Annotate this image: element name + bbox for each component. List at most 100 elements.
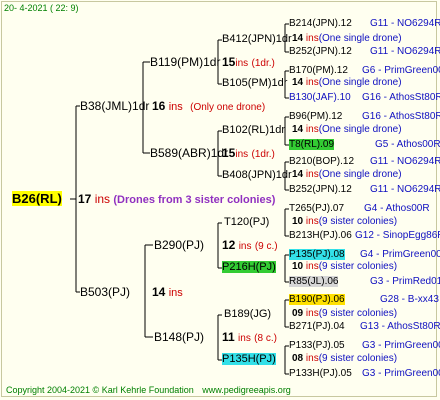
gen4-6-info: G5 - Athos00R	[375, 139, 440, 150]
gen4-queen-12-name: R85(JL).06	[289, 276, 339, 287]
gen4-queen-6[interactable]: T8(RL).09	[289, 139, 335, 150]
gen4-queen-7[interactable]: B210(BOP).12	[289, 157, 354, 167]
gen4-12-info: G3 - PrimRed01	[370, 276, 440, 287]
gen3-5-insemination: 10 ins(9 sister colonies)	[292, 217, 397, 227]
gen4-queen-8[interactable]: B252(JPN).12	[289, 185, 352, 195]
copyright-text: Copyright 2004-2021 © Karl Kehrle Founda…	[6, 385, 194, 395]
gen4-16-info: G3 - PrimGreen00	[362, 368, 440, 379]
gen2-queen-1[interactable]: B119(PM)1dr	[150, 56, 220, 68]
gen3-6-note: (9 sister colonies)	[318, 261, 398, 272]
gen1-lower-insemination: 14 ins	[152, 286, 183, 299]
gen4-queen-16[interactable]: P133H(PJ).05	[289, 369, 352, 379]
root-name: B26(RL)	[12, 191, 62, 206]
gen2-1-count: 15	[222, 55, 236, 69]
root-note: (Drones from 3 sister colonies)	[113, 194, 276, 206]
gen2-queen-2[interactable]: B589(ABR)1dr	[150, 147, 228, 159]
gen4-queen-15[interactable]: P133(PJ).05	[289, 341, 345, 351]
gen3-queen-7[interactable]: B189(JG)	[224, 309, 271, 320]
gen4-15-info: G3 - PrimGreen00	[362, 340, 440, 351]
gen3-7-count: 09	[292, 308, 304, 319]
gen4-queen-4[interactable]: B130(JAF).10	[289, 93, 351, 103]
gen3-5-ins: ins	[305, 216, 319, 227]
gen3-6-insemination: 10 ins(9 sister colonies)	[292, 262, 397, 272]
gen4-4-info: G16 - AthosSt80R	[362, 92, 440, 103]
gen4-14-info: G13 - AthosSt80R	[360, 321, 440, 332]
gen3-queen-4[interactable]: B408(JPN)1dr	[222, 170, 292, 181]
gen3-queen-6-name: P216H(PJ)	[222, 261, 276, 273]
gen4-11-info: G4 - PrimGreen00	[360, 249, 440, 260]
gen3-3-insemination: 14 ins(One single drone)	[292, 125, 402, 135]
gen3-5-count: 10	[292, 216, 304, 227]
gen3-6-ins: ins	[305, 261, 319, 272]
gen3-queen-6[interactable]: P216H(PJ)	[222, 261, 276, 273]
gen3-2-ins: ins	[305, 77, 319, 88]
gen3-3-note: (One single drone)	[318, 124, 402, 135]
gen2-3-note: (9 c.)	[254, 241, 278, 252]
gen3-4-note: (One single drone)	[318, 169, 402, 180]
gen2-queen-3[interactable]: B290(PJ)	[154, 239, 204, 251]
footer-copyright: Copyright 2004-2021 © Karl Kehrle Founda…	[6, 386, 291, 395]
gen3-1-note: (One single drone)	[318, 33, 402, 44]
gen4-queen-12[interactable]: R85(JL).06	[289, 276, 339, 287]
gen1-upper-insemination: 16 ins (Only one drone)	[152, 100, 265, 113]
gen4-queen-11-name: P135(PJ).08	[289, 249, 345, 260]
gen1-lower-ins: ins	[168, 287, 183, 299]
gen2-2-note: (1dr.)	[251, 149, 275, 160]
gen4-8-info: G11 - NO6294R	[370, 184, 440, 195]
root-ins: ins	[94, 192, 111, 206]
gen4-queen-3[interactable]: B170(PM).12	[289, 66, 348, 76]
gen3-2-insemination: 14 ins(One single drone)	[292, 78, 402, 88]
site-link[interactable]: www.pedigreeapis.org	[202, 385, 291, 395]
gen3-queen-5[interactable]: T120(PJ)	[224, 217, 269, 228]
gen4-queen-14[interactable]: B271(PJ).04	[289, 322, 345, 332]
gen2-1-ins: ins	[235, 58, 249, 69]
gen2-2-ins: ins	[235, 149, 249, 160]
gen3-queen-2[interactable]: B105(PM)1dr	[222, 78, 287, 89]
gen4-queen-10[interactable]: B213H(PJ).06	[289, 231, 352, 241]
gen4-5-info: G16 - AthosSt80R	[362, 111, 440, 122]
gen3-3-ins: ins	[305, 124, 319, 135]
gen3-1-ins: ins	[305, 33, 319, 44]
gen2-4-count: 11	[222, 330, 235, 344]
gen4-queen-5[interactable]: B96(PM).12	[289, 112, 342, 122]
gen3-queen-3[interactable]: B102(RL)1dr	[222, 125, 285, 136]
gen3-8-insemination: 08 ins(9 sister colonies)	[292, 354, 397, 364]
gen3-1-insemination: 14 ins(One single drone)	[292, 34, 402, 44]
gen2-3-count: 12	[222, 238, 236, 252]
gen3-7-insemination: 09 ins(9 sister colonies)	[292, 309, 397, 319]
gen3-7-note: (9 sister colonies)	[318, 308, 398, 319]
gen3-6-count: 10	[292, 261, 304, 272]
pedigree-page: { "header": { "date": "20- 4-2021 ( 22: …	[0, 0, 440, 400]
gen3-queen-8-name: P135H(PJ)	[222, 353, 276, 365]
gen4-queen-1[interactable]: B214(JPN).12	[289, 19, 352, 29]
gen1-upper-note: (Only one drone)	[190, 102, 266, 113]
gen3-queen-8[interactable]: P135H(PJ)	[222, 353, 276, 365]
gen3-4-ins: ins	[305, 169, 319, 180]
gen4-queen-2[interactable]: B252(JPN).12	[289, 47, 352, 57]
gen2-2-insemination: 15ins (1dr.)	[222, 147, 275, 160]
gen3-8-note: (9 sister colonies)	[318, 353, 398, 364]
gen2-3-insemination: 12 ins (9 c.)	[222, 239, 278, 252]
gen3-queen-1[interactable]: B412(JPN)1dr	[222, 34, 292, 45]
gen1-queen-lower[interactable]: B503(PJ)	[80, 286, 130, 298]
gen3-2-note: (One single drone)	[318, 77, 402, 88]
root-queen[interactable]: B26(RL)	[12, 191, 62, 206]
gen3-2-count: 14	[292, 77, 304, 88]
gen2-4-insemination: 11 ins (8 c.)	[222, 331, 277, 344]
gen4-queen-13[interactable]: B190(PJ).06	[289, 294, 345, 305]
gen1-queen-upper[interactable]: B38(JML)1dr	[80, 100, 149, 112]
gen3-1-count: 14	[292, 33, 304, 44]
gen4-queen-11[interactable]: P135(PJ).08	[289, 249, 345, 260]
gen4-queen-9[interactable]: T265(PJ).07	[289, 204, 344, 214]
gen2-1-insemination: 15ins (1dr.)	[222, 56, 275, 69]
gen2-4-note: (8 c.)	[254, 333, 277, 344]
gen1-upper-ins: ins	[168, 101, 183, 113]
gen4-9-info: G4 - Athos00R	[364, 203, 430, 214]
gen2-queen-4[interactable]: B148(PJ)	[154, 331, 204, 343]
gen2-2-count: 15	[222, 146, 236, 160]
gen1-upper-count: 16	[152, 99, 166, 113]
gen2-4-ins: ins	[238, 333, 251, 344]
gen3-3-count: 14	[292, 124, 304, 135]
gen4-10-info: G12 - SinopEgg86R	[355, 230, 440, 241]
gen2-1-note: (1dr.)	[251, 58, 275, 69]
